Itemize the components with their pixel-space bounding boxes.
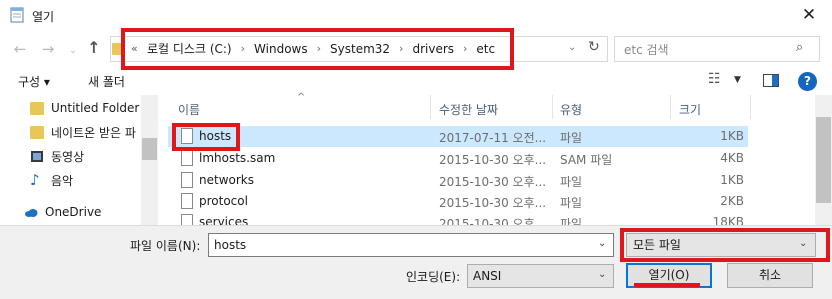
chevron-down-icon: ⌄ (69, 46, 77, 56)
sidebar-item-label: 동영상 (51, 149, 85, 164)
file-size: 4KB (720, 151, 744, 165)
address-dropdown-icon[interactable]: ⌄ (568, 42, 576, 53)
file-type: 파일 (560, 175, 583, 189)
search-icon[interactable]: ⌕ (796, 40, 803, 55)
cancel-button[interactable]: 취소 (727, 263, 813, 288)
encoding-select[interactable]: ANSI (467, 264, 614, 288)
new-folder-button[interactable]: 새 폴더 (88, 73, 125, 90)
back-button[interactable]: ← (10, 39, 30, 59)
file-icon (181, 172, 193, 188)
file-row-protocol[interactable]: protocol 2015-10-30 오후... 파일 2KB (168, 191, 748, 212)
open-highlight-underline (634, 283, 700, 287)
file-size: 2KB (720, 194, 744, 208)
file-row-hosts[interactable]: hosts 2017-07-11 오전... 파일 1KB (168, 126, 748, 147)
file-row-networks[interactable]: networks 2015-10-30 오후... 파일 1KB (168, 170, 748, 191)
column-header-type[interactable]: 유형 (560, 101, 582, 118)
refresh-icon[interactable]: ↻ (588, 39, 600, 55)
chevron-down-icon[interactable]: ⌄ (598, 269, 606, 280)
file-list-scroll-thumb[interactable] (816, 117, 831, 203)
sort-up-icon: ^ (297, 92, 306, 103)
folder-icon (30, 101, 44, 115)
filename-field[interactable]: hosts (208, 233, 614, 257)
navigation-pane: Untitled Folder 네이트온 받은 파 동영상 ♪ 음악 OneDr… (0, 95, 158, 225)
file-name: lmhosts.sam (199, 151, 276, 165)
view-options-icon[interactable]: ☷ (708, 71, 721, 87)
file-date: 2015-10-30 오후... (439, 153, 547, 167)
sidebar-item-label: OneDrive (45, 205, 102, 219)
close-button[interactable]: ✕ (794, 2, 824, 28)
file-name: protocol (199, 194, 248, 208)
file-row-lmhosts[interactable]: lmhosts.sam 2015-10-30 오후... SAM 파일 4KB (168, 148, 748, 169)
file-type: 파일 (560, 131, 583, 145)
chevron-down-icon[interactable]: ⌄ (598, 238, 606, 249)
sidebar-scrollbar[interactable] (141, 95, 158, 225)
file-size: 18KB (712, 215, 744, 225)
filename-label: 파일 이름(N): (130, 239, 201, 253)
file-row-services[interactable]: services 2015-10-30 오후... 파일 18KB (168, 212, 748, 225)
notepad-icon (10, 7, 24, 23)
address-highlight-box (121, 28, 514, 70)
column-divider[interactable] (430, 95, 431, 119)
file-icon (181, 193, 193, 209)
sidebar-item-nateon-downloads[interactable]: 네이트온 받은 파 (30, 122, 136, 142)
cloud-icon (25, 208, 38, 217)
file-size: 1KB (720, 173, 744, 187)
video-icon (31, 150, 43, 162)
forward-button[interactable]: → (38, 39, 58, 59)
sidebar-item-videos[interactable]: 동영상 (30, 146, 84, 166)
sidebar-item-music[interactable]: ♪ 음악 (30, 170, 73, 190)
folder-icon (30, 125, 44, 139)
file-icon (181, 214, 193, 225)
sidebar-scroll-thumb[interactable] (142, 138, 157, 160)
arrow-right-icon: → (41, 40, 55, 58)
column-header-date[interactable]: 수정한 날짜 (439, 101, 498, 118)
hosts-highlight-box (172, 123, 240, 151)
organize-menu[interactable]: 구성 ▾ (18, 73, 50, 90)
file-name: networks (199, 173, 254, 187)
file-date: 2015-10-30 오후... (439, 217, 547, 225)
title-bar (0, 0, 832, 31)
sidebar-item-label: Untitled Folder (51, 101, 140, 115)
sidebar-item-untitled-folder[interactable]: Untitled Folder (30, 98, 139, 118)
file-date: 2015-10-30 오후... (439, 175, 547, 189)
music-icon: ♪ (30, 170, 40, 189)
file-name: services (199, 215, 249, 225)
help-icon[interactable]: ? (798, 72, 817, 91)
recent-locations-button[interactable]: ⌄ (63, 41, 83, 61)
column-divider[interactable] (552, 95, 553, 119)
preview-pane-fill (772, 75, 778, 86)
window-title: 열기 (32, 10, 55, 24)
file-type: 파일 (560, 217, 583, 225)
encoding-label: 인코딩(E): (406, 270, 461, 284)
file-type: 파일 (560, 196, 583, 210)
file-type: SAM 파일 (560, 153, 613, 167)
column-divider[interactable] (750, 95, 751, 119)
close-icon: ✕ (801, 5, 817, 25)
arrow-left-icon: ← (13, 40, 27, 58)
filetype-highlight-box (620, 228, 830, 262)
column-header-size[interactable]: 크기 (679, 101, 701, 118)
sidebar-item-label: 음악 (51, 173, 74, 188)
file-date: 2015-10-30 오후... (439, 196, 547, 210)
file-date: 2017-07-11 오전... (439, 131, 547, 145)
sidebar-item-onedrive[interactable]: OneDrive (24, 202, 101, 222)
file-icon (181, 150, 193, 166)
up-button[interactable]: ↑ (84, 38, 104, 58)
column-header-name[interactable]: 이름 (178, 101, 200, 118)
column-divider[interactable] (670, 95, 671, 119)
file-size: 1KB (720, 129, 744, 143)
sidebar-item-label: 네이트온 받은 파 (51, 125, 136, 140)
arrow-up-icon: ↑ (87, 38, 101, 57)
search-placeholder: etc 검색 (624, 43, 669, 57)
chevron-down-icon[interactable]: ▼ (734, 75, 741, 85)
